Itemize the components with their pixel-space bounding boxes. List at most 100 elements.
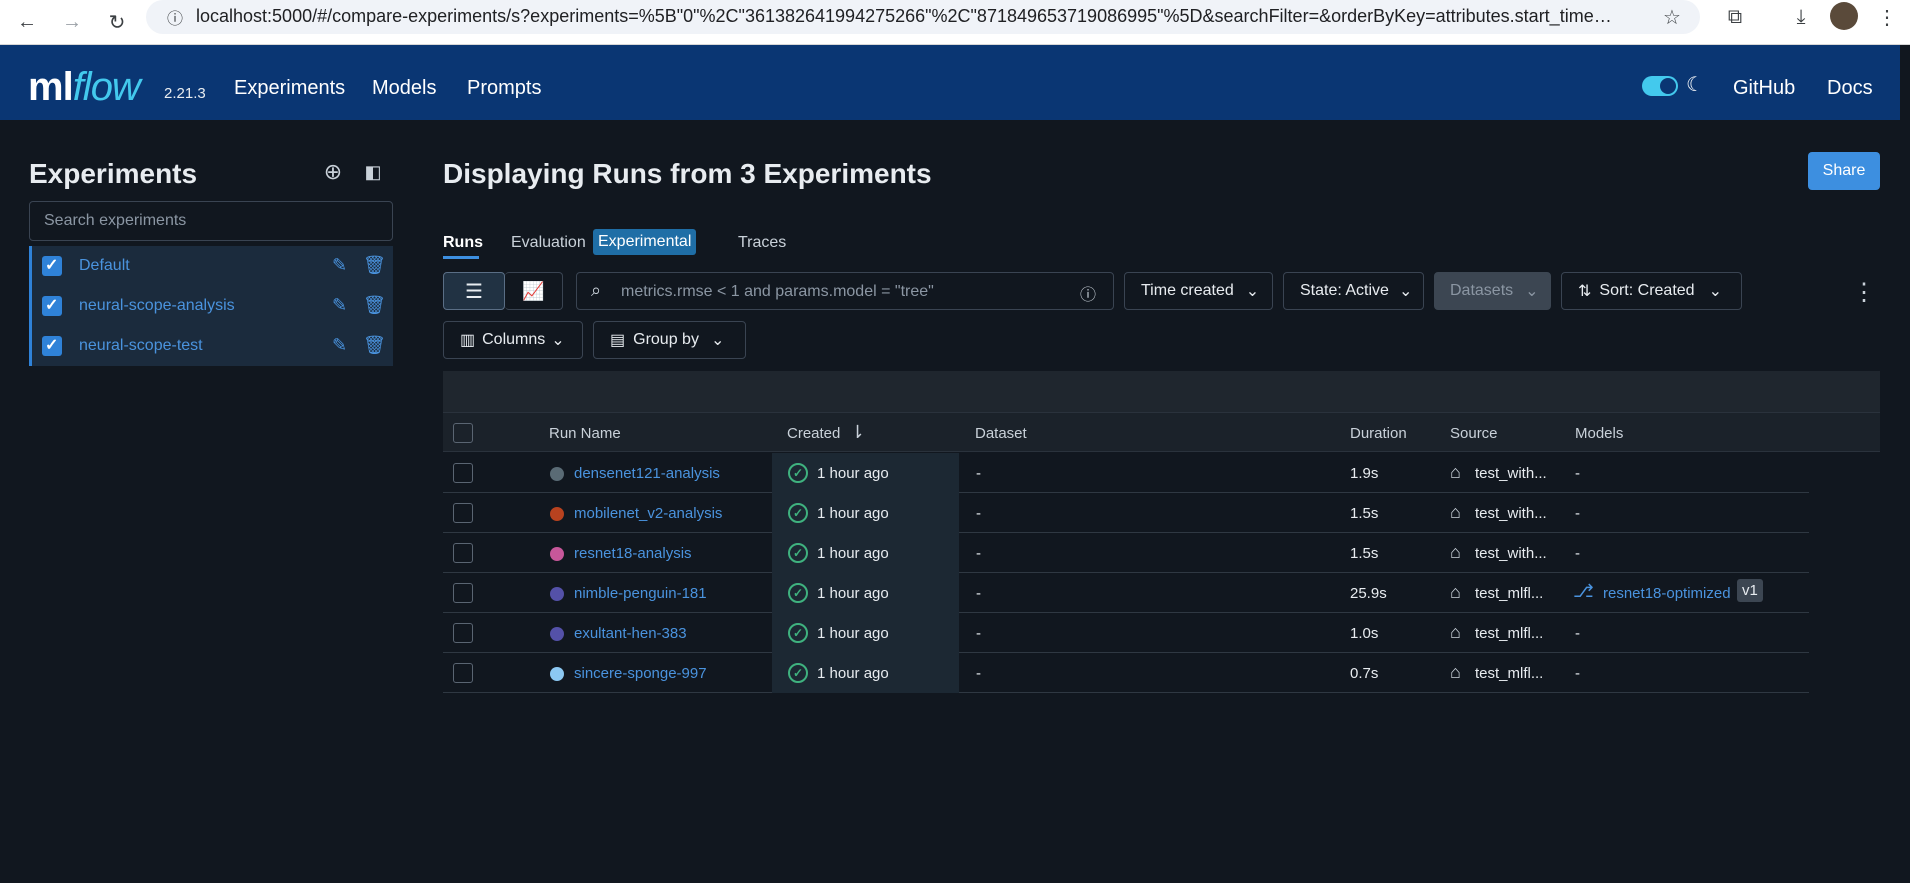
source-value[interactable]: test_mlfl... [1475, 585, 1543, 602]
moon-icon: ☾ [1686, 74, 1704, 96]
table-row[interactable]: exultant-hen-383 ✓ 1 hour ago - 1.0s ⌂ t… [443, 613, 1809, 653]
check-circle-icon: ✓ [788, 663, 808, 683]
experiment-label[interactable]: neural-scope-test [79, 337, 203, 355]
active-tab-indicator [443, 256, 479, 259]
nav-docs[interactable]: Docs [1827, 77, 1873, 100]
profile-avatar[interactable] [1830, 2, 1858, 30]
search-experiments-input[interactable]: Search experiments [29, 201, 393, 241]
back-icon[interactable]: ← [10, 5, 44, 39]
browser-menu-icon[interactable]: ⋮ [1870, 0, 1904, 34]
duration-value: 1.0s [1350, 625, 1379, 642]
more-options-icon[interactable]: ⋮ [1852, 278, 1876, 307]
edit-icon[interactable]: ✎ [332, 255, 347, 276]
nav-github[interactable]: GitHub [1733, 77, 1795, 100]
row-checkbox[interactable] [453, 463, 473, 483]
column-header-created[interactable]: Created [787, 425, 840, 442]
tab-runs[interactable]: Runs [443, 234, 483, 252]
model-version-tag[interactable]: v1 [1737, 579, 1763, 602]
run-color-dot[interactable] [550, 507, 564, 521]
share-button[interactable]: Share [1808, 152, 1880, 190]
column-header-duration[interactable]: Duration [1350, 425, 1407, 442]
experiment-item-neural-scope-test[interactable]: neural-scope-test ✎ 🗑 [29, 326, 393, 366]
edit-icon[interactable]: ✎ [332, 335, 347, 356]
state-dropdown[interactable]: State: Active ⌄ [1283, 272, 1424, 310]
home-icon: ⌂ [1450, 582, 1461, 602]
model-link[interactable]: resnet18-optimized [1603, 585, 1731, 602]
run-name-link[interactable]: sincere-sponge-997 [574, 665, 707, 682]
filter-placeholder: metrics.rmse < 1 and params.model = "tre… [621, 283, 934, 300]
table-row[interactable]: mobilenet_v2-analysis ✓ 1 hour ago - 1.5… [443, 493, 1809, 533]
create-experiment-icon[interactable]: ⊕ [321, 159, 345, 184]
row-checkbox[interactable] [453, 623, 473, 643]
extensions-icon[interactable]: ⧉ [1718, 0, 1752, 34]
run-name-link[interactable]: exultant-hen-383 [574, 625, 687, 642]
sort-dropdown[interactable]: ⇅ Sort: Created ⌄ [1561, 272, 1742, 310]
select-all-checkbox[interactable] [453, 423, 473, 443]
table-row[interactable]: sincere-sponge-997 ✓ 1 hour ago - 0.7s ⌂… [443, 653, 1809, 693]
run-name-link[interactable]: nimble-penguin-181 [574, 585, 707, 602]
trash-icon[interactable]: 🗑 [363, 255, 386, 276]
table-row[interactable]: nimble-penguin-181 ✓ 1 hour ago - 25.9s … [443, 573, 1809, 613]
experiment-label[interactable]: Default [79, 257, 130, 275]
nav-prompts[interactable]: Prompts [467, 77, 541, 100]
row-checkbox[interactable] [453, 503, 473, 523]
column-header-dataset[interactable]: Dataset [975, 425, 1027, 442]
columns-dropdown[interactable]: ▥ Columns ⌄ [443, 321, 583, 359]
column-header-run-name[interactable]: Run Name [549, 425, 621, 442]
column-header-models[interactable]: Models [1575, 425, 1623, 442]
download-icon[interactable]: ⤓ [1784, 0, 1818, 34]
experiment-label[interactable]: neural-scope-analysis [79, 297, 235, 315]
trash-icon[interactable]: 🗑 [363, 295, 386, 316]
table-row[interactable]: resnet18-analysis ✓ 1 hour ago - 1.5s ⌂ … [443, 533, 1809, 573]
reload-icon[interactable]: ↻ [100, 5, 134, 39]
run-name-link[interactable]: densenet121-analysis [574, 465, 720, 482]
source-value[interactable]: test_mlfl... [1475, 665, 1543, 682]
source-value[interactable]: test_mlfl... [1475, 625, 1543, 642]
nav-models[interactable]: Models [372, 77, 436, 100]
run-color-dot[interactable] [550, 667, 564, 681]
forward-icon[interactable]: → [55, 5, 89, 39]
tab-traces[interactable]: Traces [738, 234, 786, 252]
experiment-item-default[interactable]: Default ✎ 🗑 [29, 246, 393, 286]
row-checkbox[interactable] [453, 543, 473, 563]
home-icon: ⌂ [1450, 622, 1461, 642]
run-color-dot[interactable] [550, 627, 564, 641]
collapse-sidebar-icon[interactable]: ◧ [361, 160, 385, 184]
sort-desc-icon[interactable]: ⇂ [850, 422, 865, 443]
run-color-dot[interactable] [550, 467, 564, 481]
source-value[interactable]: test_with... [1475, 465, 1547, 482]
group-by-dropdown[interactable]: ▤ Group by ⌄ [593, 321, 746, 359]
chevron-down-icon: ⌄ [1525, 283, 1539, 300]
edit-icon[interactable]: ✎ [332, 295, 347, 316]
run-filter-input[interactable]: ⌕ metrics.rmse < 1 and params.model = "t… [576, 272, 1114, 310]
experiment-item-neural-scope-analysis[interactable]: neural-scope-analysis ✎ 🗑 [29, 286, 393, 326]
column-header-source[interactable]: Source [1450, 425, 1498, 442]
chart-view-button[interactable]: 📈 [505, 272, 563, 310]
version-label: 2.21.3 [164, 85, 206, 102]
run-color-dot[interactable] [550, 547, 564, 561]
site-info-icon[interactable]: ⓘ [158, 0, 192, 34]
run-color-dot[interactable] [550, 587, 564, 601]
run-name-link[interactable]: mobilenet_v2-analysis [574, 505, 722, 522]
url-text[interactable]: localhost:5000/#/compare-experiments/s?e… [196, 6, 1616, 27]
created-value: 1 hour ago [817, 545, 889, 562]
experiment-checkbox[interactable] [42, 335, 62, 356]
source-value[interactable]: test_with... [1475, 505, 1547, 522]
mlflow-logo[interactable]: mlflow [28, 65, 141, 110]
source-value[interactable]: test_with... [1475, 545, 1547, 562]
bookmark-star-icon[interactable]: ☆ [1655, 0, 1689, 34]
info-icon[interactable]: ⓘ [1080, 281, 1096, 305]
tab-evaluation[interactable]: Evaluation [511, 234, 586, 252]
nav-experiments[interactable]: Experiments [234, 77, 345, 100]
table-view-button[interactable]: ☰ [443, 272, 505, 310]
run-name-link[interactable]: resnet18-analysis [574, 545, 692, 562]
time-created-dropdown[interactable]: Time created ⌄ [1124, 272, 1273, 310]
trash-icon[interactable]: 🗑 [363, 335, 386, 356]
table-row[interactable]: densenet121-analysis ✓ 1 hour ago - 1.9s… [443, 453, 1809, 493]
row-checkbox[interactable] [453, 663, 473, 683]
dark-mode-toggle[interactable] [1642, 76, 1678, 96]
duration-value: 1.9s [1350, 465, 1379, 482]
row-checkbox[interactable] [453, 583, 473, 603]
experiment-checkbox[interactable] [42, 295, 62, 316]
experiment-checkbox[interactable] [42, 255, 62, 276]
